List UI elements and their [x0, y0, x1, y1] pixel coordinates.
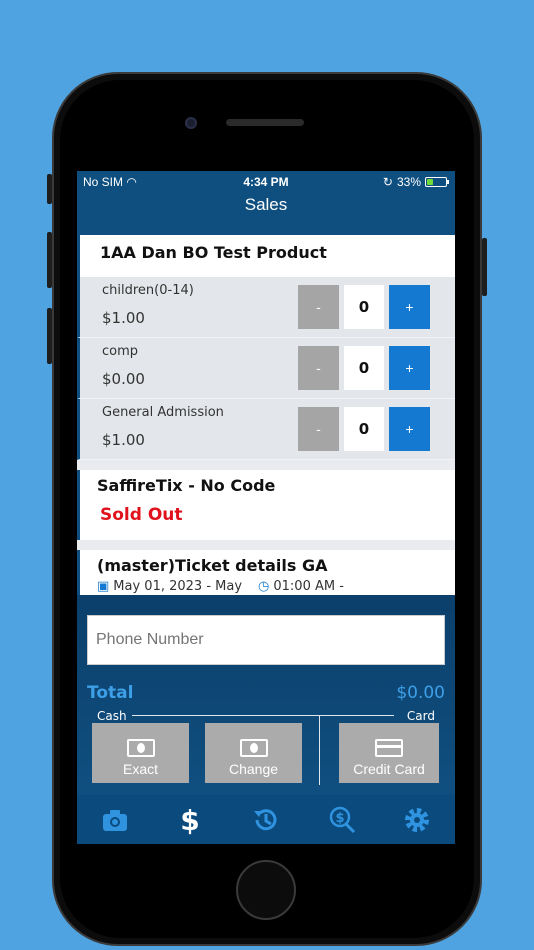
front-camera	[185, 117, 197, 129]
quantity-value: 0	[344, 407, 384, 451]
ticket-price: $0.00	[102, 370, 145, 388]
tab-bar: $ $	[77, 795, 455, 844]
divider	[319, 715, 320, 785]
orientation-lock-icon: ↻	[382, 175, 393, 189]
cash-icon	[126, 739, 155, 757]
earpiece-speaker	[226, 119, 304, 126]
tab-lookup[interactable]: $	[304, 795, 380, 844]
sold-out-label: Sold Out	[100, 505, 183, 525]
product-title: 1AA Dan BO Test Product	[77, 235, 455, 277]
search-dollar-icon: $	[329, 806, 355, 833]
mute-switch	[47, 174, 52, 204]
ticket-name: comp	[102, 344, 139, 359]
cash-label: Cash	[97, 709, 127, 723]
increment-button[interactable]: +	[389, 346, 430, 390]
credit-card-icon	[375, 739, 403, 757]
change-button[interactable]: Change	[205, 723, 302, 783]
decrement-button[interactable]: -	[298, 346, 339, 390]
phone-number-input[interactable]	[87, 615, 445, 665]
ticket-name: children(0-14)	[102, 283, 194, 298]
camera-icon	[102, 809, 127, 831]
svg-text:$: $	[181, 805, 200, 835]
credit-card-button[interactable]: Credit Card	[339, 723, 439, 783]
master-time: 01:00 AM -	[273, 579, 344, 594]
saffire-title: SaffireTix - No Code	[97, 476, 276, 495]
master-details: ▣ May 01, 2023 - May ◷ 01:00 AM -	[97, 579, 438, 594]
exact-button[interactable]: Exact	[92, 723, 189, 783]
dollar-icon: $	[181, 805, 200, 835]
master-title: (master)Ticket details GA	[97, 556, 328, 575]
battery-percent: 33%	[396, 175, 421, 189]
calendar-icon: ▣	[97, 579, 110, 594]
checkout-panel: Total $0.00 Cash Card Exact Change Credi…	[77, 595, 455, 795]
page-title: Sales	[244, 195, 288, 214]
tab-settings[interactable]	[379, 795, 455, 844]
cash-icon	[239, 739, 268, 757]
gear-icon	[405, 807, 430, 832]
ticket-row: General Admission $1.00 - 0 +	[77, 399, 455, 460]
master-date: May 01, 2023 - May	[113, 579, 243, 594]
ticket-price: $1.00	[102, 431, 145, 449]
decrement-button[interactable]: -	[298, 285, 339, 329]
app-screen: No SIM ◠ 4:34 PM ↻ 33% Sales 1AA Dan BO …	[77, 171, 455, 844]
master-product[interactable]: (master)Ticket details GA ▣ May 01, 2023 …	[77, 550, 455, 595]
quantity-value: 0	[344, 346, 384, 390]
tab-history[interactable]	[228, 795, 304, 844]
tab-sales[interactable]: $	[153, 795, 229, 844]
total-label: Total	[87, 683, 134, 703]
ticket-row: children(0-14) $1.00 - 0 +	[77, 277, 455, 338]
increment-button[interactable]: +	[389, 407, 430, 451]
status-right: ↻ 33%	[382, 175, 449, 189]
decrement-button[interactable]: -	[298, 407, 339, 451]
ticket-price: $1.00	[102, 309, 145, 327]
app-header: No SIM ◠ 4:34 PM ↻ 33% Sales	[77, 171, 455, 235]
ticket-row: comp $0.00 - 0 +	[77, 338, 455, 399]
saffire-product[interactable]: SaffireTix - No Code Sold Out	[77, 470, 455, 540]
ticket-name: General Admission	[102, 405, 224, 420]
product-list[interactable]: 1AA Dan BO Test Product children(0-14) $…	[77, 235, 455, 595]
power-button	[482, 238, 487, 296]
tab-camera[interactable]	[77, 795, 153, 844]
battery-icon	[425, 177, 449, 187]
quantity-value: 0	[344, 285, 384, 329]
divider	[132, 715, 394, 716]
home-button[interactable]	[236, 860, 296, 920]
card-label: Card	[406, 709, 435, 723]
total-value: $0.00	[396, 683, 445, 703]
clock-icon: ◷	[258, 579, 270, 594]
history-icon	[253, 808, 277, 830]
svg-text:$: $	[335, 811, 344, 826]
increment-button[interactable]: +	[389, 285, 430, 329]
volume-up-button	[47, 232, 52, 288]
volume-down-button	[47, 308, 52, 364]
